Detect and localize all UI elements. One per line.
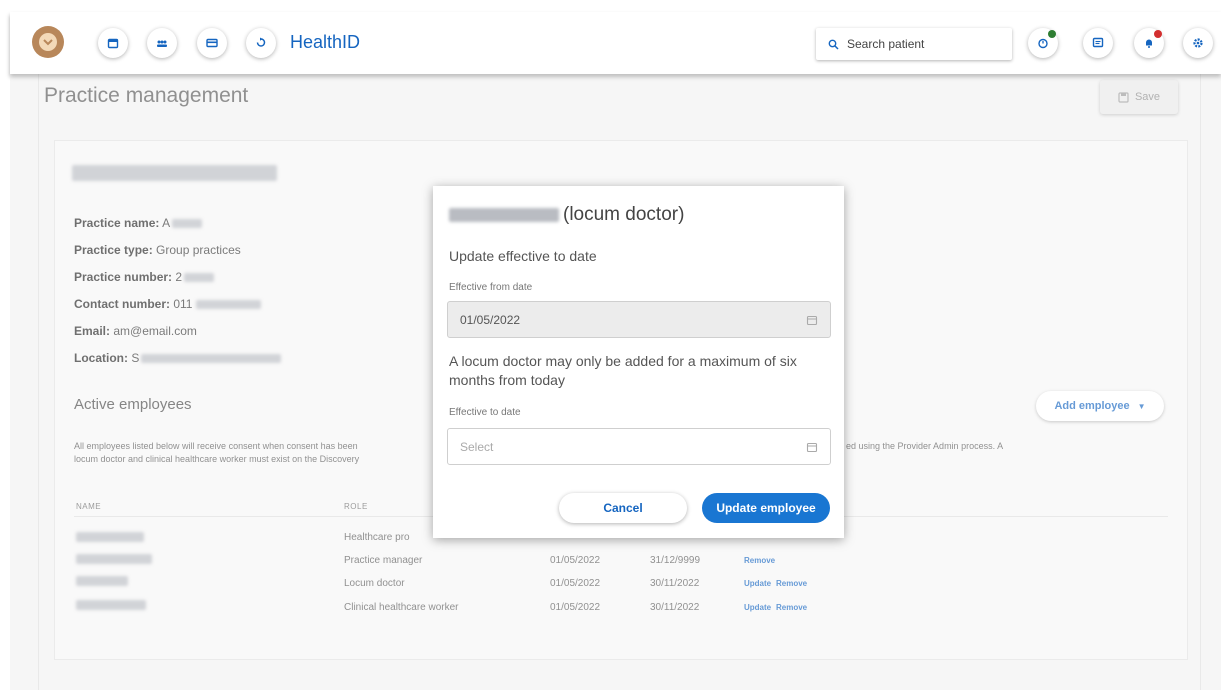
bell-icon	[1146, 39, 1152, 48]
search-placeholder: Search patient	[847, 37, 925, 51]
settings-icon	[1193, 38, 1203, 48]
effective-from-label: Effective from date	[449, 282, 533, 293]
dialog-subtitle: Update effective to date	[449, 248, 597, 264]
effective-to-placeholder: Select	[460, 439, 494, 454]
timer-button[interactable]	[1028, 28, 1058, 58]
effective-from-value: 01/05/2022	[460, 312, 521, 327]
app-logo[interactable]	[32, 26, 64, 58]
locum-limit-note: A locum doctor may only be added for a m…	[449, 353, 797, 388]
calendar-icon[interactable]	[806, 441, 818, 453]
settings-button[interactable]	[1183, 28, 1213, 58]
update-employee-dialog: (locum doctor) Update effective to date …	[433, 186, 844, 538]
chevron-logo-icon	[43, 39, 53, 46]
timer-icon	[1038, 38, 1048, 49]
calendar-icon	[107, 38, 119, 49]
card-button[interactable]	[197, 28, 227, 58]
message-button[interactable]	[1083, 28, 1113, 58]
people-icon	[157, 40, 167, 47]
cancel-button[interactable]: Cancel	[559, 493, 687, 523]
update-employee-button[interactable]: Update employee	[702, 493, 830, 523]
card-icon	[206, 38, 218, 48]
message-icon	[1092, 37, 1104, 48]
dialog-title: (locum doctor)	[449, 204, 684, 226]
people-button[interactable]	[147, 28, 177, 58]
search-icon	[828, 39, 839, 50]
calendar-button[interactable]	[98, 28, 128, 58]
refresh-button[interactable]	[246, 28, 276, 58]
effective-from-field: 01/05/2022	[447, 301, 831, 338]
calendar-icon	[806, 315, 818, 325]
refresh-icon	[256, 37, 266, 47]
effective-to-date-input[interactable]: Select	[447, 428, 831, 465]
search-input[interactable]: Search patient	[816, 28, 1012, 60]
effective-to-label: Effective to date	[449, 407, 521, 418]
top-bar: HealthID Search patient	[10, 12, 1221, 74]
status-dot-green	[1048, 30, 1056, 38]
status-dot-red	[1154, 30, 1162, 38]
app-title[interactable]: HealthID	[290, 32, 360, 53]
notifications-button[interactable]	[1134, 28, 1164, 58]
